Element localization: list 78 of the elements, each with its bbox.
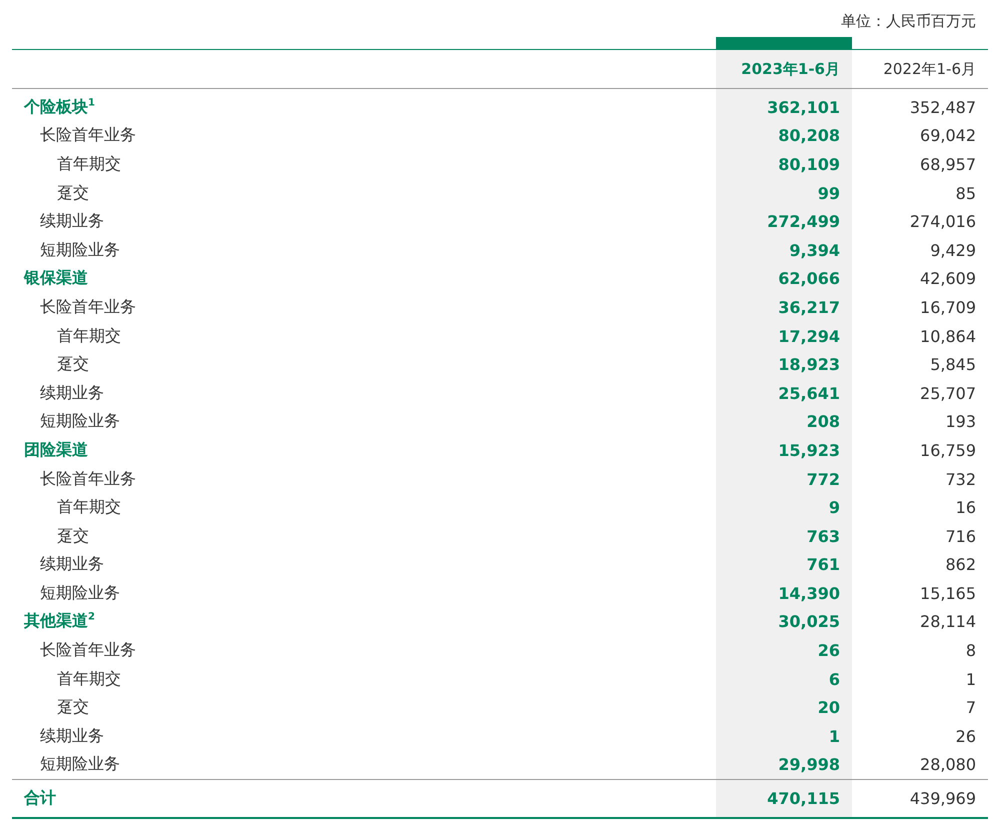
value-cell: 30,025 [716,608,852,636]
value-cell: 9,394 [716,236,852,265]
value-cell: 763 [716,522,852,550]
value-cell: 36,217 [716,293,852,322]
value-cell: 1 [716,722,852,751]
row-label: 趸交 [57,354,89,374]
row-label: 团险渠道 [24,440,88,459]
value-cell-text: 5,845 [929,354,977,376]
value-cell-text: 274,016 [908,211,977,234]
value-cell-text: 1 [964,668,977,691]
value-cell: 470,115 [716,780,852,818]
value-cell-text: 16 [954,497,977,520]
value-cell: 15,923 [716,436,852,465]
value-cell-text: 15,165 [919,582,977,605]
value-cell-text: 439,969 [908,788,977,810]
value-cell-text: 193 [944,411,977,434]
value-cell: 99 [716,178,852,208]
row-label: 续期业务 [40,382,104,402]
row-label: 首年期交 [57,497,121,516]
value-cell-text: 42,609 [919,268,977,290]
value-cell: 80,109 [716,150,852,179]
column-header: 2023年1-6月 [716,50,852,88]
row-label: 首年期交 [57,154,121,173]
row-label: 短期险业务 [40,754,120,774]
row-label: 长险首年业务 [40,125,136,144]
value-cell: 25,641 [716,378,852,408]
row-label: 首年期交 [57,668,121,688]
value-cell: 772 [716,464,852,494]
row-label: 趸交 [57,526,89,545]
row-label: 长险首年业务 [40,640,136,660]
value-cell: 26 [716,636,852,665]
row-label: 续期业务 [40,726,104,745]
column-header: 2022年1-6月 [882,58,977,80]
value-cell: 761 [716,550,852,580]
value-cell-text: 352,487 [908,96,977,119]
row-label: 短期险业务 [40,582,120,602]
value-cell-text: 26 [954,726,977,748]
row-label: 趸交 [57,182,89,202]
row-label: 趸交 [57,697,89,716]
value-cell-text: 9,429 [929,240,977,262]
value-cell-text: 16,709 [919,296,977,319]
row-label: 续期业务 [40,554,104,574]
value-cell: 362,101 [716,93,852,122]
value-cell: 20 [716,693,852,722]
unit-label: 单位：人民币百万元 [841,12,976,30]
value-cell: 17,294 [716,322,852,350]
row-label: 短期险业务 [40,411,120,430]
value-cell-text: 25,707 [919,382,977,405]
value-cell-text: 8 [964,640,977,662]
value-cell-text: 10,864 [919,326,977,348]
value-cell-text: 716 [944,526,977,548]
row-label: 长险首年业务 [40,468,136,488]
value-cell: 208 [716,408,852,436]
value-cell-text: 28,114 [919,611,977,634]
row-label: 长险首年业务 [40,296,136,316]
value-cell-text: 68,957 [919,154,977,176]
row-label: 其他渠道$^{2}$ [24,611,95,630]
value-cell: 62,066 [716,264,852,294]
value-cell-text: 85 [954,182,977,205]
row-label: 合计 [24,788,56,808]
value-cell: 272,499 [716,207,852,236]
row-label: 短期险业务 [40,240,120,259]
value-cell: 14,390 [716,579,852,608]
row-label: 银保渠道 [24,268,88,288]
row-label: 续期业务 [40,211,104,230]
value-cell-text: 732 [944,468,977,491]
value-cell: 6 [716,664,852,694]
value-cell-text: 28,080 [919,754,977,776]
value-cell-text: 69,042 [919,125,977,148]
value-cell: 18,923 [716,350,852,379]
value-cell: 80,208 [716,122,852,150]
value-cell-text: 16,759 [919,440,977,462]
value-cell-text: 7 [964,697,977,720]
row-label: 个险板块$^{1}$ [24,96,95,116]
row-label: 首年期交 [57,326,121,345]
value-cell: 29,998 [716,750,852,780]
value-cell-text: 862 [944,554,977,576]
value-cell: 9 [716,493,852,522]
